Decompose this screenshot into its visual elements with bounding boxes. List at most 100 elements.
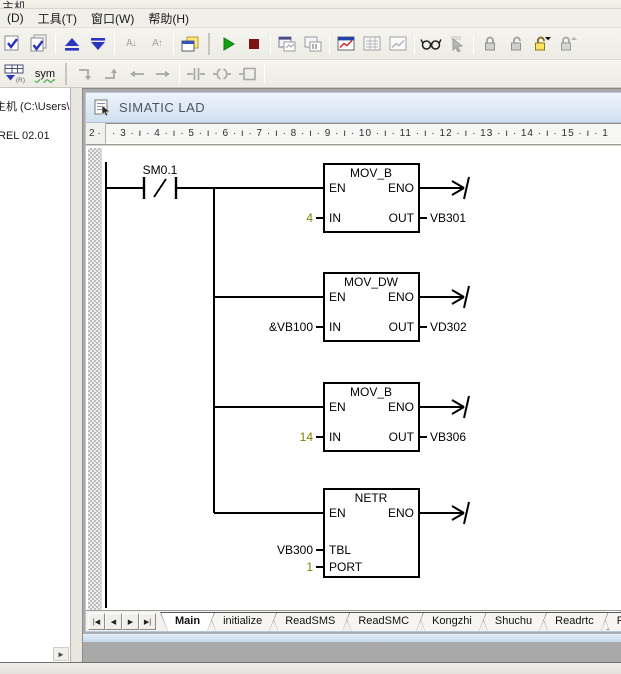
tab-label: initialize (209, 613, 276, 631)
block-mov-b-2[interactable]: MOV_B EN ENO IN OUT 14 VB306 (300, 383, 467, 451)
tab-nav-last-button[interactable]: ▶| (139, 613, 156, 630)
block-title: MOV_B (350, 385, 392, 399)
block-title: NETR (355, 491, 388, 505)
operand-in: 4 (306, 211, 313, 225)
options-button[interactable] (177, 32, 203, 56)
tree-scroll-right-button[interactable]: ► (53, 647, 69, 661)
block-title: MOV_DW (344, 275, 399, 289)
download-button[interactable] (85, 32, 111, 56)
menu-help[interactable]: 帮助(H) (141, 8, 196, 29)
upload-button[interactable] (59, 32, 85, 56)
pin-in: IN (329, 320, 341, 334)
pin-en: EN (329, 290, 346, 304)
separator (173, 34, 174, 54)
sort-ascending-button[interactable]: A↑ (144, 32, 170, 56)
separator (270, 34, 271, 54)
run-button[interactable] (215, 32, 241, 56)
line-left-icon (128, 66, 146, 82)
force-all-button[interactable] (529, 32, 555, 56)
force-button[interactable] (477, 32, 503, 56)
separator (65, 63, 67, 85)
insert-coil-button[interactable] (209, 62, 235, 86)
stop-button[interactable] (241, 32, 267, 56)
line-left-button[interactable] (124, 62, 150, 86)
force-pointer-icon (448, 35, 466, 52)
insert-contact-button[interactable] (183, 62, 209, 86)
project-tree-panel[interactable]: 主机 (C:\Users\ REL 02.01 ► (0, 88, 71, 662)
tab-initialize[interactable]: initialize (208, 612, 277, 631)
contact-operand: SM0.1 (143, 163, 178, 177)
tab-nav-first-button[interactable]: |◀ (88, 613, 105, 630)
statusbar (0, 662, 621, 674)
separator (329, 34, 330, 54)
sort-descending-button[interactable]: A↓ (118, 32, 144, 56)
force-pointer-button[interactable] (444, 32, 470, 56)
chart-history-button[interactable] (359, 32, 385, 56)
operand-in: 14 (300, 430, 314, 444)
pin-eno: ENO (388, 290, 414, 304)
view-status-button[interactable] (418, 32, 444, 56)
ruler-ticks: · 3 · ı · 4 · ı · 5 · ı · 6 · ı · 7 · ı … (106, 123, 621, 144)
unlock-dropdown-icon (533, 35, 551, 52)
symbol-info-button[interactable]: sym (30, 62, 60, 86)
insert-box-button[interactable] (235, 62, 261, 86)
line-down-button[interactable] (72, 62, 98, 86)
tab-shuchu[interactable]: Shuchu (480, 612, 547, 631)
panel-splitter[interactable] (71, 88, 83, 662)
block-title: MOV_B (350, 166, 392, 180)
addr-suffix-label: (R) (16, 77, 25, 84)
tab-label: Main (161, 613, 214, 631)
tab-readsmc[interactable]: ReadSMC (343, 612, 424, 631)
pause-status-icon (303, 35, 323, 53)
rung-arrow (419, 286, 469, 308)
ladder-canvas[interactable]: SM0.1 MOV_B EN ENO IN (86, 145, 621, 610)
operand-in: &VB100 (269, 320, 313, 334)
tab-main[interactable]: Main (160, 612, 215, 631)
line-up-button[interactable] (98, 62, 124, 86)
symbol-info-icon: sym (35, 68, 55, 80)
menu-tools[interactable]: 工具(T) (31, 8, 84, 29)
scroll-right-icon: ► (57, 650, 65, 659)
compile-button[interactable] (0, 32, 26, 56)
sheet-tabs: MaininitializeReadSMSReadSMCKongzhiShuch… (160, 611, 621, 631)
tab-readrtc[interactable]: Readrtc (540, 612, 609, 631)
tab-readsms[interactable]: ReadSMS (270, 612, 350, 631)
editor-bottom-edge (83, 633, 621, 642)
program-status-button[interactable] (274, 32, 300, 56)
pin-tbl: TBL (329, 543, 351, 557)
pin-in: IN (329, 430, 341, 444)
contact-sm0-1[interactable]: SM0.1 (143, 163, 178, 199)
tab-nav-next-button[interactable]: ▶ (122, 613, 139, 630)
download-icon (89, 36, 107, 52)
line-right-button[interactable] (150, 62, 176, 86)
pin-eno: ENO (388, 181, 414, 195)
chart-status-button[interactable] (333, 32, 359, 56)
pin-eno: ENO (388, 506, 414, 520)
rung-wiring (106, 188, 324, 513)
pause-status-button[interactable] (300, 32, 326, 56)
pin-port: PORT (329, 560, 363, 574)
menu-window[interactable]: 窗口(W) (84, 8, 141, 29)
unforce-button[interactable] (503, 32, 529, 56)
menu-debug[interactable]: (D) (0, 9, 31, 27)
ruler: 2 · · 3 · ı · 4 · ı · 5 · ı · 6 · ı · 7 … (86, 123, 621, 145)
chart-write-button[interactable] (385, 32, 411, 56)
tab-label: ReadSMC (344, 613, 423, 631)
separator (179, 64, 180, 84)
stop-icon (245, 35, 263, 53)
tab-nav-prev-button[interactable]: ◀ (105, 613, 122, 630)
read-all-forced-button[interactable] (555, 32, 581, 56)
address-table-button[interactable]: (R) (0, 62, 30, 86)
tab-kongzhi[interactable]: Kongzhi (417, 612, 487, 631)
ladder-editor-window[interactable]: SIMATIC LAD 2 · · 3 · ı · 4 · ı · 5 · ı … (85, 92, 621, 632)
operand-out: VD302 (430, 320, 467, 334)
operand-out: VB301 (430, 211, 466, 225)
lock-up-icon (559, 35, 577, 52)
compile-all-button[interactable] (26, 32, 52, 56)
project-tree-root[interactable]: 主机 (C:\Users\ (0, 98, 70, 114)
block-mov-b-1[interactable]: MOV_B EN ENO IN OUT 4 VB301 (306, 164, 466, 232)
block-mov-dw[interactable]: MOV_DW EN ENO IN OUT &VB100 VD302 (269, 273, 467, 341)
editor-titlebar[interactable]: SIMATIC LAD (86, 93, 621, 123)
block-netr[interactable]: NETR EN ENO TBL VB300 PORT 1 (277, 489, 419, 577)
pin-out: OUT (389, 430, 415, 444)
